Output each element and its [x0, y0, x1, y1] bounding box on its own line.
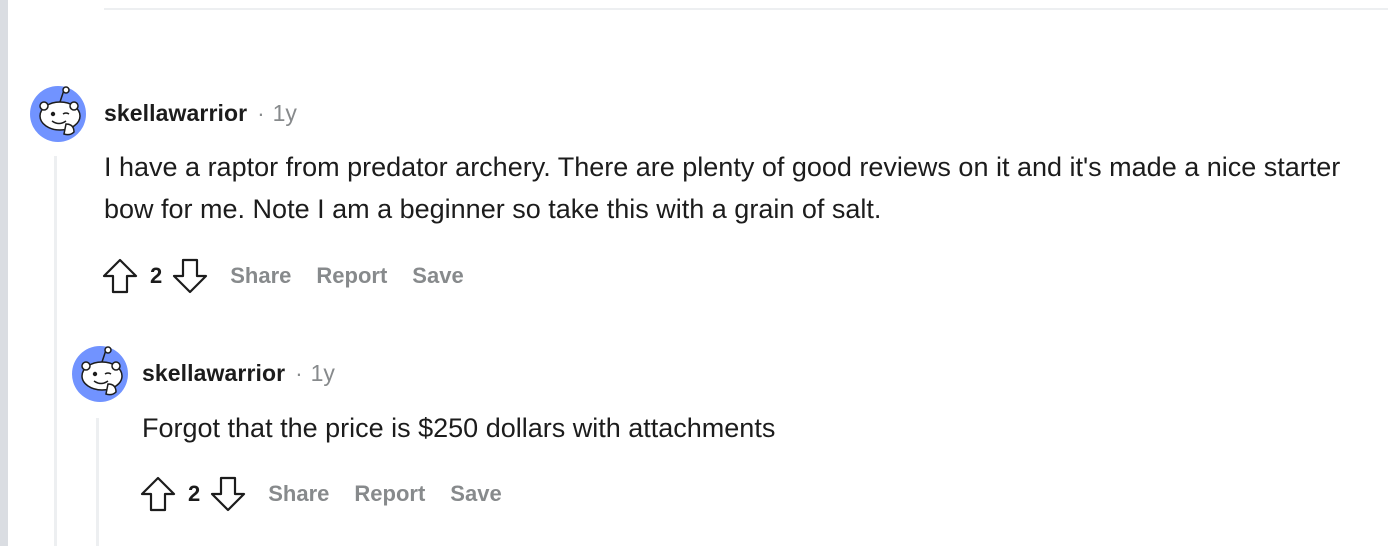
comment-body: Forgot that the price is $250 dollars wi… [142, 413, 776, 443]
meta-separator: · [295, 361, 303, 386]
comment-actions: 2 Share Report Save [100, 256, 464, 296]
comment-age[interactable]: 1y [311, 360, 335, 387]
comment-actions: 2 Share Report Save [138, 474, 502, 514]
reddit-snoo-avatar-icon [30, 86, 86, 142]
username-link[interactable]: skellawarrior [142, 360, 285, 387]
reddit-snoo-avatar-icon [72, 346, 128, 402]
comment-meta: skellawarrior · 1y [104, 100, 297, 127]
comment-thread: skellawarrior · 1y I have a raptor from … [0, 0, 1388, 546]
report-button[interactable]: Report [316, 263, 387, 289]
share-button[interactable]: Share [268, 481, 329, 507]
comment-meta: skellawarrior · 1y [142, 360, 335, 387]
vote-count: 2 [188, 481, 201, 506]
username-link[interactable]: skellawarrior [104, 100, 247, 127]
save-button[interactable]: Save [412, 263, 463, 289]
upvote-icon[interactable] [100, 256, 140, 296]
avatar[interactable] [72, 346, 128, 402]
share-button[interactable]: Share [230, 263, 291, 289]
thread-line-collapse[interactable] [54, 156, 57, 546]
downvote-icon[interactable] [208, 474, 248, 514]
upvote-icon[interactable] [138, 474, 178, 514]
comment-body: I have a raptor from predator archery. T… [104, 152, 1341, 224]
report-button[interactable]: Report [354, 481, 425, 507]
save-button[interactable]: Save [450, 481, 501, 507]
comment-age[interactable]: 1y [273, 100, 297, 127]
thread-line-collapse[interactable] [96, 418, 99, 546]
downvote-icon[interactable] [170, 256, 210, 296]
divider [104, 8, 1388, 10]
avatar[interactable] [30, 86, 86, 142]
vote-count: 2 [150, 263, 163, 288]
thread-gutter [0, 0, 8, 546]
meta-separator: · [257, 101, 265, 126]
